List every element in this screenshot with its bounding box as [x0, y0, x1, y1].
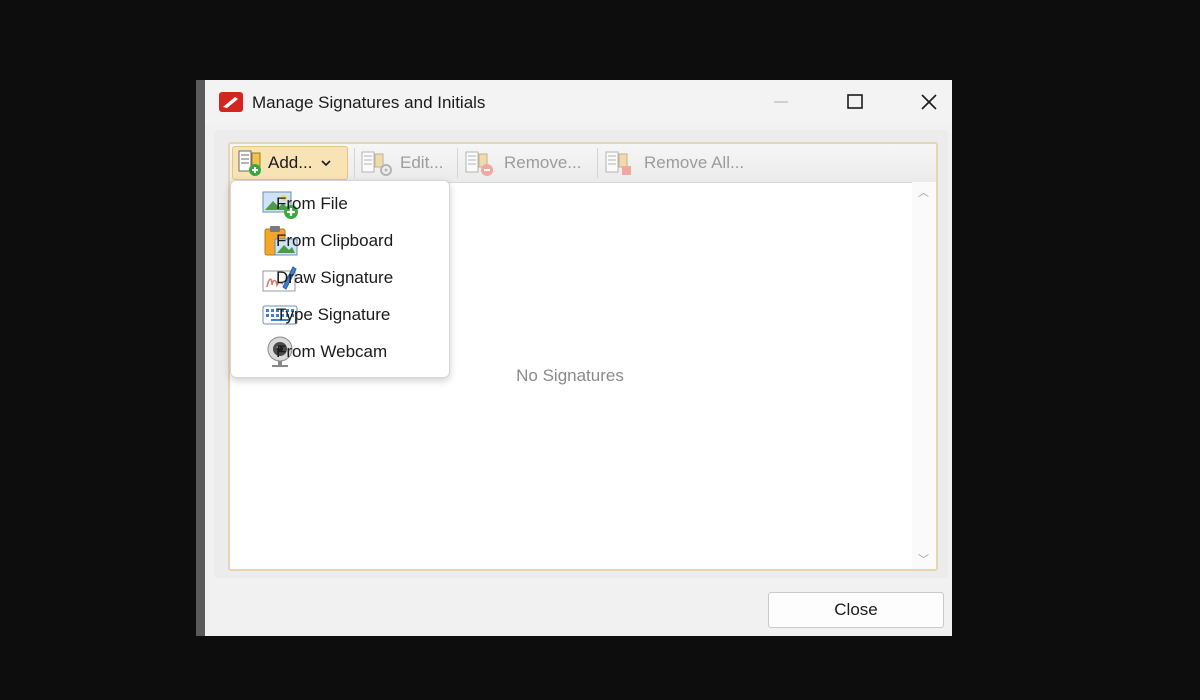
menu-item-type-signature[interactable]: Type Signature	[235, 298, 445, 332]
menu-item-draw-signature[interactable]: Draw Signature	[235, 261, 445, 295]
menu-item-label: Type Signature	[276, 305, 391, 324]
edit-signature-icon	[361, 151, 392, 176]
edit-button[interactable]: Edit...	[360, 146, 443, 180]
close-window-button[interactable]	[909, 88, 949, 116]
edit-button-label: Edit...	[400, 153, 444, 172]
menu-item-label: Draw Signature	[276, 268, 394, 287]
window-title: Manage Signatures and Initials	[252, 93, 486, 112]
menu-item-from-file[interactable]: From File	[235, 187, 445, 221]
menu-item-from-clipboard[interactable]: From Clipboard	[235, 224, 445, 258]
close-icon	[921, 94, 937, 110]
menu-item-label: From Clipboard	[276, 231, 394, 250]
remove-button-label: Remove...	[504, 153, 582, 172]
maximize-icon	[847, 94, 863, 109]
menu-item-label: From File	[276, 194, 348, 213]
chevron-down-icon	[321, 160, 331, 167]
signatures-toolbar: Add... Edit... Remove... Remove All...	[230, 144, 936, 183]
window-edge	[196, 80, 205, 636]
scroll-up-icon[interactable]: ︿	[918, 184, 929, 200]
title-bar[interactable]: Manage Signatures and Initials	[205, 80, 952, 124]
add-dropdown-menu: From File From Clipboard Draw Signature	[230, 180, 450, 378]
remove-all-signatures-icon	[605, 151, 631, 175]
add-button-label: Add...	[268, 153, 313, 172]
menu-item-label: From Webcam	[276, 342, 388, 361]
app-logo-icon	[219, 92, 243, 112]
remove-signature-icon	[465, 151, 493, 176]
add-button[interactable]: Add...	[232, 146, 348, 180]
vertical-scrollbar[interactable]: ︿ ﹀	[912, 182, 936, 569]
menu-item-from-webcam[interactable]: From Webcam	[235, 335, 445, 369]
maximize-button[interactable]	[835, 88, 875, 116]
minimize-button[interactable]	[761, 88, 801, 116]
minimize-icon	[774, 101, 788, 103]
add-signature-icon	[238, 150, 261, 176]
remove-button[interactable]: Remove...	[464, 146, 581, 180]
toolbar-separator	[597, 148, 598, 178]
toolbar-separator	[457, 148, 458, 178]
remove-all-button-label: Remove All...	[644, 153, 745, 172]
toolbar-separator	[354, 148, 355, 178]
remove-all-button[interactable]: Remove All...	[604, 146, 744, 180]
scroll-down-icon[interactable]: ﹀	[918, 551, 929, 567]
close-button[interactable]: Close	[768, 592, 944, 628]
